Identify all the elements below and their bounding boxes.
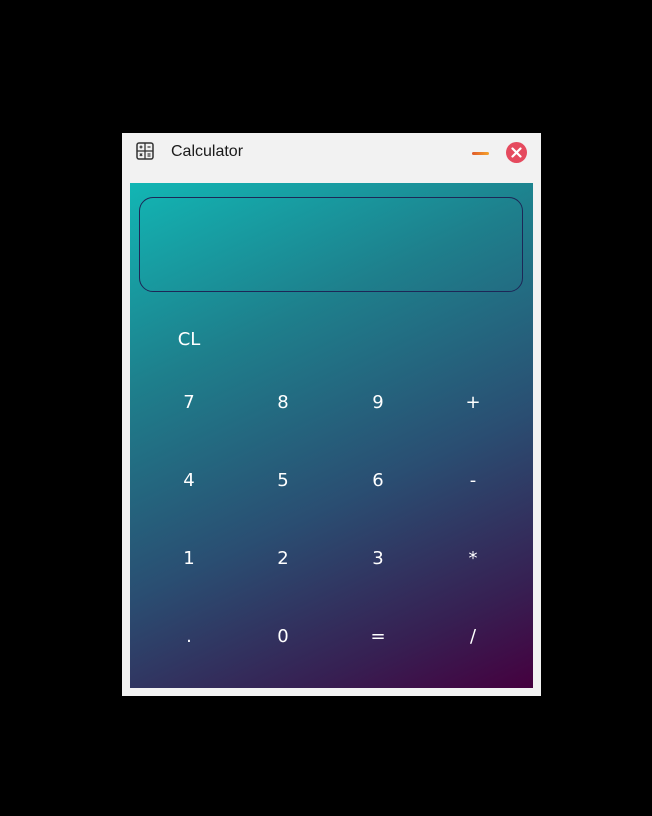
- key-plus[interactable]: +: [433, 381, 513, 425]
- key-1[interactable]: 1: [149, 537, 229, 581]
- close-icon: [511, 147, 522, 158]
- key-0[interactable]: 0: [243, 615, 323, 659]
- key-7[interactable]: 7: [149, 381, 229, 425]
- key-4[interactable]: 4: [149, 459, 229, 503]
- key-5[interactable]: 5: [243, 459, 323, 503]
- calculator-window: Calculator CL 7 8 9 + 4 5 6 - 1 2 3 * . …: [122, 133, 541, 696]
- key-9[interactable]: 9: [338, 381, 418, 425]
- title-bar[interactable]: Calculator: [122, 133, 541, 179]
- calculator-icon: [136, 142, 154, 160]
- key-dot[interactable]: .: [149, 615, 229, 659]
- key-2[interactable]: 2: [243, 537, 323, 581]
- display-field[interactable]: [139, 197, 523, 292]
- key-divide[interactable]: /: [433, 615, 513, 659]
- clear-button[interactable]: CL: [149, 318, 229, 362]
- key-6[interactable]: 6: [338, 459, 418, 503]
- key-multiply[interactable]: *: [433, 537, 513, 581]
- calculator-body: CL 7 8 9 + 4 5 6 - 1 2 3 * . 0 = /: [130, 183, 533, 688]
- window-title: Calculator: [171, 143, 244, 160]
- key-equals[interactable]: =: [338, 615, 418, 659]
- key-8[interactable]: 8: [243, 381, 323, 425]
- minimize-icon: [472, 152, 489, 155]
- key-3[interactable]: 3: [338, 537, 418, 581]
- minimize-button[interactable]: [470, 143, 492, 163]
- key-minus[interactable]: -: [433, 459, 513, 503]
- close-button[interactable]: [506, 142, 527, 163]
